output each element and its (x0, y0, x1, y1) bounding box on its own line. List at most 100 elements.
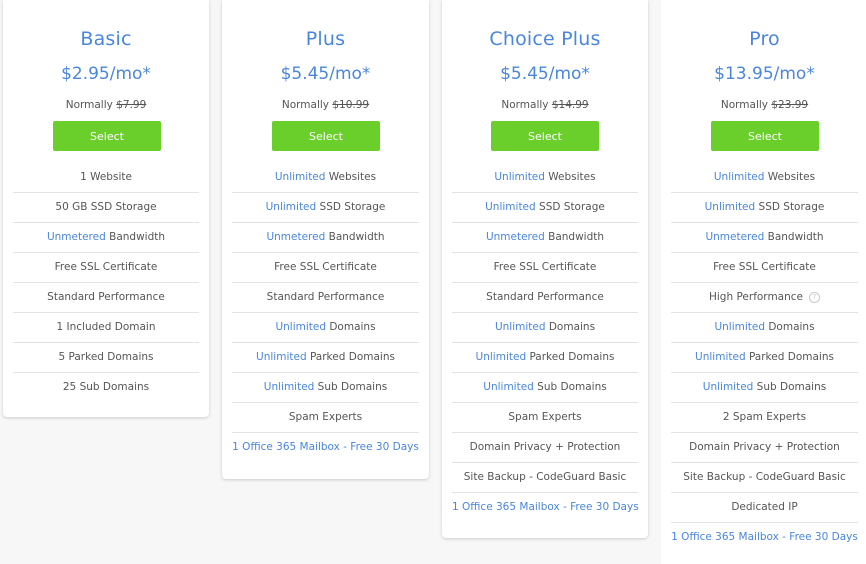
feature-highlight: Unmetered (266, 231, 326, 243)
normally-label: Normally (65, 99, 113, 111)
feature-highlight: Unlimited (713, 171, 765, 183)
feature-highlight: Unmetered (705, 231, 765, 243)
feature-text: 5 Parked Domains (58, 351, 154, 363)
feature-highlight: Unmetered (46, 231, 106, 243)
plan-card-basic: Basic $2.95/mo* Normally $7.99 Select 1 … (3, 0, 209, 417)
feature-highlight: Unlimited (695, 351, 746, 363)
plan-card-choice-plus: Choice Plus $5.45/mo* Normally $14.99 Se… (442, 0, 648, 538)
feature-text: Free SSL Certificate (54, 261, 158, 273)
normally-label: Normally (501, 99, 549, 111)
feature-item: Site Backup - CodeGuard Basic (671, 463, 858, 493)
feature-item: 1 Office 365 Mailbox - Free 30 Days (671, 523, 858, 552)
plan-price: $2.95/mo* (61, 64, 151, 84)
feature-highlight: 1 Office 365 Mailbox - Free 30 Days (232, 441, 419, 453)
feature-list: Unlimited Websites Unlimited SSD Storage U… (452, 163, 639, 522)
feature-item: Spam Experts (232, 403, 419, 433)
feature-text: Dedicated IP (731, 501, 798, 513)
feature-item: Unlimited Sub Domains (671, 373, 858, 403)
feature-text: 2 Spam Experts (722, 411, 807, 423)
feature-highlight: Unlimited (256, 351, 307, 363)
feature-item: Site Backup - CodeGuard Basic (452, 463, 638, 493)
feature-item: Unlimited Parked Domains (452, 343, 638, 373)
feature-list: 1 Website 50 GB SSD Storage Unmetered Band… (13, 163, 199, 402)
feature-text: Bandwidth (105, 231, 166, 243)
feature-highlight: Unlimited (263, 381, 315, 393)
feature-text: Bandwidth (325, 231, 385, 243)
feature-list: Unlimited Websites Unlimited SSD Storage U… (671, 163, 858, 552)
feature-text: Websites (325, 171, 377, 183)
feature-item: 5 Parked Domains (13, 343, 199, 373)
feature-text: Parked Domains (745, 351, 834, 363)
feature-item: Unlimited Sub Domains (452, 373, 638, 403)
feature-item: Standard Performance (232, 283, 419, 313)
original-price: $23.99 (771, 99, 809, 111)
feature-highlight: Unlimited (265, 201, 317, 213)
feature-highlight: Unlimited (475, 351, 527, 363)
plan-name: Basic (80, 28, 132, 50)
question-circle-icon[interactable]: ? (809, 291, 820, 303)
feature-item: Domain Privacy + Protection (452, 433, 638, 463)
feature-item: Spam Experts (452, 403, 638, 433)
feature-item: Unlimited Websites (671, 163, 858, 193)
feature-text: Websites (764, 171, 816, 183)
feature-text: Sub Domains (533, 381, 607, 393)
select-button[interactable]: Select (711, 121, 819, 151)
feature-text: 50 GB SSD Storage (55, 201, 157, 213)
feature-highlight: Unlimited (485, 201, 536, 213)
feature-highlight: Unlimited (494, 171, 545, 183)
feature-text: 1 Included Domain (56, 321, 156, 333)
feature-text: Domain Privacy + Protection (689, 441, 840, 453)
feature-text: Standard Performance (266, 291, 385, 303)
feature-highlight: Unlimited (494, 321, 546, 333)
feature-text: Bandwidth (544, 231, 605, 243)
feature-highlight: 1 Office 365 Mailbox - Free 30 Days (671, 531, 858, 543)
feature-highlight: Unlimited (704, 201, 756, 213)
feature-item: Unlimited Domains (671, 313, 858, 343)
feature-item: Unmetered Bandwidth (232, 223, 419, 253)
feature-text: Site Backup - CodeGuard Basic (463, 471, 627, 483)
feature-highlight: 1 Office 365 Mailbox - Free 30 Days (452, 501, 639, 513)
feature-item: Unlimited Parked Domains (232, 343, 419, 373)
select-button[interactable]: Select (491, 121, 599, 151)
feature-highlight: Unmetered (485, 231, 545, 243)
feature-item: Unmetered Bandwidth (13, 223, 199, 253)
feature-item: Free SSL Certificate (13, 253, 199, 283)
select-button[interactable]: Select (272, 121, 380, 151)
feature-item: Free SSL Certificate (452, 253, 638, 283)
plan-price: $5.45/mo* (500, 64, 590, 84)
feature-text: Spam Experts (288, 411, 363, 423)
feature-text: Bandwidth (764, 231, 824, 243)
plan-name: Plus (305, 28, 346, 50)
feature-text: SSD Storage (535, 201, 605, 213)
feature-item: 1 Included Domain (13, 313, 199, 343)
feature-item: Unlimited Websites (452, 163, 638, 193)
feature-item: Unmetered Bandwidth (452, 223, 638, 253)
feature-item: Standard Performance (452, 283, 638, 313)
feature-item: 25 Sub Domains (13, 373, 199, 402)
feature-text: Domains (765, 321, 815, 333)
plan-normal-price: Normally $14.99 (442, 99, 648, 111)
feature-item: 1 Office 365 Mailbox - Free 30 Days (232, 433, 419, 462)
feature-highlight: Unlimited (702, 381, 754, 393)
select-button[interactable]: Select (53, 121, 161, 151)
feature-text: Free SSL Certificate (274, 261, 377, 273)
feature-item: 50 GB SSD Storage (13, 193, 199, 223)
feature-item: 2 Spam Experts (671, 403, 858, 433)
feature-text: Standard Performance (47, 291, 165, 303)
feature-text: Site Backup - CodeGuard Basic (683, 471, 846, 483)
feature-item: Unmetered Bandwidth (671, 223, 858, 253)
feature-item: 1 Website (13, 163, 199, 193)
feature-item: Unlimited Sub Domains (232, 373, 419, 403)
feature-text: High Performance (708, 291, 803, 303)
feature-text: SSD Storage (755, 201, 825, 213)
feature-text: Spam Experts (508, 411, 582, 423)
plan-normal-price: Normally $7.99 (3, 99, 209, 111)
feature-text: Free SSL Certificate (493, 261, 597, 273)
feature-text: Parked Domains (306, 351, 395, 363)
original-price: $7.99 (116, 99, 147, 111)
feature-text: Sub Domains (753, 381, 827, 393)
feature-highlight: Unlimited (275, 321, 326, 333)
feature-text: Domains (326, 321, 376, 333)
feature-text: Free SSL Certificate (713, 261, 816, 273)
feature-item: 1 Office 365 Mailbox - Free 30 Days (452, 493, 639, 522)
